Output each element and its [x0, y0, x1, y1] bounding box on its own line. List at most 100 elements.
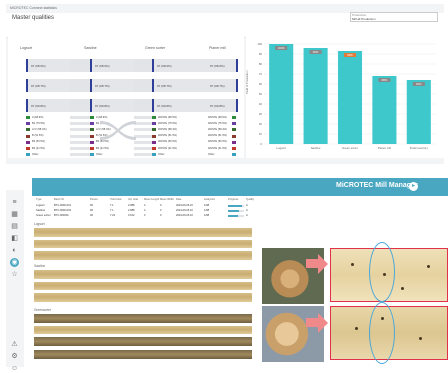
table-cell: 1/98: [204, 204, 210, 207]
table-cell: BTC-0000-001: [54, 204, 72, 207]
highlight-ellipse: [369, 242, 395, 302]
table-cell: 7.22: [110, 214, 116, 217]
table-cell: 96: [90, 214, 93, 217]
table-header[interactable]: Mean Width: [160, 198, 174, 201]
board-image[interactable]: [34, 326, 252, 334]
table-cell: A: [246, 209, 248, 212]
board-image[interactable]: [34, 251, 252, 260]
board-image[interactable]: [34, 293, 252, 302]
data-label: 100%: [278, 46, 286, 50]
table-cell: 2024-06-06 10: [176, 209, 193, 212]
bar[interactable]: [372, 76, 397, 144]
table-cell: 7.1: [110, 209, 114, 212]
y-tick-label: 0: [260, 142, 262, 146]
table-header[interactable]: Quality: [246, 198, 254, 201]
bar[interactable]: [337, 51, 363, 144]
section-label-logsort: Logsort: [34, 222, 45, 226]
window-title: MiCROTEC Connect statistics: [10, 6, 57, 10]
table-cell: 2024-06-06 10: [176, 214, 193, 217]
user-icon[interactable]: ☺: [10, 364, 19, 373]
progress-bar: [228, 205, 244, 207]
sankey-crossing-flows: [100, 121, 136, 140]
y-tick-label: 40: [259, 102, 263, 106]
table-cell: 96: [90, 209, 93, 212]
table-header[interactable]: Pieces: [90, 198, 98, 201]
target-icon[interactable]: ◉: [10, 258, 19, 267]
progress-fill: [228, 215, 238, 217]
log-end-photo: [262, 306, 324, 362]
tag-icon[interactable]: ◧: [10, 234, 19, 243]
data-label: 93%: [347, 53, 353, 57]
knot-mark: [401, 287, 404, 290]
table-cell: 3.102: [128, 214, 135, 217]
table-cell: 1/98: [204, 214, 210, 217]
table-cell: 3: [144, 214, 146, 217]
stats-window: MiCROTEC Connect statistics Master quali…: [6, 4, 444, 164]
table-cell: 7.1: [110, 204, 114, 207]
yield-chart-panel: 100 90 80 70 60 50 40 30 20 10 0 100% Logsort 96% Sawl…: [245, 34, 444, 158]
x-tick-label: Green sorter: [342, 146, 358, 150]
progress-bar: [228, 210, 244, 212]
table-header[interactable]: Yield total: [110, 198, 121, 201]
mill-manager-window: ≡ ▦ ▤ ◧ ◐ ◉ ☆ ⚠ ⚙ ☺ MiCROTEC Mill Manage…: [6, 178, 448, 372]
y-tick-label: 90: [259, 52, 263, 56]
chart-icon[interactable]: ▤: [10, 222, 19, 231]
board-image[interactable]: [34, 270, 252, 279]
knot-mark: [351, 263, 354, 266]
knot-mark: [355, 327, 358, 330]
table-header[interactable]: Progress: [228, 198, 238, 201]
x-tick-label: Final inventory: [410, 146, 429, 150]
x-tick-label: Sawline: [311, 146, 321, 150]
table-header[interactable]: Batch ID: [54, 198, 64, 201]
table-cell: 2.988: [128, 209, 135, 212]
table-header[interactable]: Date: [176, 198, 181, 201]
board-image[interactable]: [34, 282, 252, 290]
table-cell: Green sorter: [36, 214, 51, 217]
drop-icon[interactable]: ◐: [10, 246, 19, 255]
table-cell: A: [246, 204, 248, 207]
data-label: 68%: [382, 78, 388, 82]
progress-fill: [228, 205, 242, 207]
settings-icon[interactable]: ⚙: [10, 352, 19, 361]
table-cell: 4: [144, 209, 146, 212]
table-header[interactable]: Analyzed: [204, 198, 215, 201]
board-image[interactable]: [34, 228, 252, 237]
alert-icon[interactable]: ⚠: [10, 340, 19, 349]
progress-bar: [228, 215, 244, 217]
table-cell: Logsort: [36, 204, 45, 207]
y-tick-label: 60: [259, 82, 263, 86]
board-image[interactable]: [34, 350, 252, 359]
table-header[interactable]: Type: [36, 198, 42, 201]
board-image[interactable]: [34, 314, 252, 323]
y-axis-label: Yield of Production: [245, 70, 249, 94]
bar[interactable]: [269, 44, 294, 144]
bar[interactable]: [303, 48, 328, 144]
production-select-value: Mill all Production: [352, 17, 376, 21]
grid-icon[interactable]: ▦: [10, 210, 19, 219]
table-cell: 4: [144, 204, 146, 207]
yield-bar-chart: 1009080706050403020100100%Logsort96%Sawl…: [257, 42, 436, 150]
table-cell: BTC-000001: [54, 214, 69, 217]
app-header: MiCROTEC Mill Manager ▸: [32, 178, 448, 196]
bar[interactable]: [406, 80, 431, 144]
table-cell: BTC-0000-002: [54, 209, 72, 212]
page-title: Master qualities: [12, 15, 55, 21]
table-cell: 96: [90, 204, 93, 207]
batch-table: Type Batch ID Pieces Yield total Vol. total M…: [32, 196, 258, 218]
board-image[interactable]: [34, 240, 252, 248]
table-header[interactable]: Mean Length: [144, 198, 159, 201]
table-cell: 0: [160, 209, 162, 212]
y-tick-label: 100: [257, 42, 262, 46]
knot-mark: [427, 265, 430, 268]
board-image[interactable]: [34, 337, 252, 346]
brand-title: MiCROTEC Mill Manager: [336, 182, 418, 189]
table-header[interactable]: Vol. total: [128, 198, 138, 201]
list-icon[interactable]: ≡: [10, 198, 19, 207]
star-icon[interactable]: ☆: [10, 270, 19, 279]
sidebar: ≡ ▦ ▤ ◧ ◐ ◉ ☆ ⚠ ⚙ ☺: [6, 190, 24, 372]
y-tick-label: 30: [259, 112, 263, 116]
table-cell: 0: [160, 204, 162, 207]
brand-menu-icon[interactable]: ▸: [409, 182, 418, 191]
table-cell: 0: [160, 214, 162, 217]
y-tick-label: 50: [259, 92, 263, 96]
